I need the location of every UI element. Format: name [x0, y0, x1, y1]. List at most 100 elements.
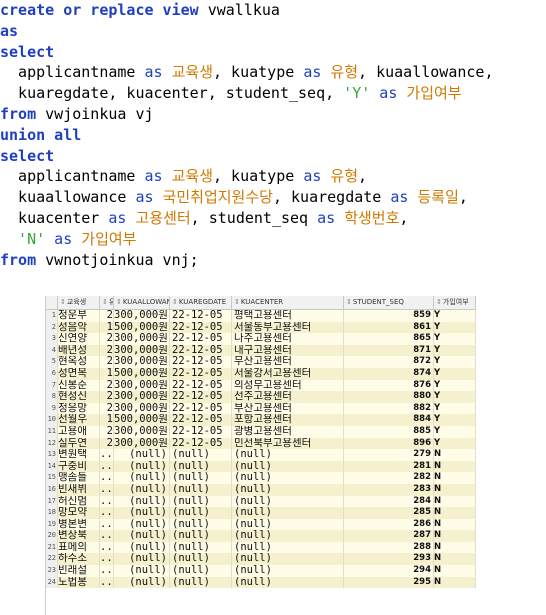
- table-cell[interactable]: N: [434, 541, 476, 554]
- table-cell[interactable]: ...: [100, 530, 114, 542]
- table-cell[interactable]: 22-12-05: [170, 425, 232, 438]
- code-line[interactable]: kuaregdate, kuacenter, student_seq, 'Y' …: [0, 83, 546, 104]
- table-cell[interactable]: N: [434, 565, 476, 577]
- table-cell[interactable]: 300,000원: [114, 333, 170, 345]
- table-cell[interactable]: 빈새뷔: [58, 483, 100, 496]
- table-cell[interactable]: ...: [100, 576, 114, 589]
- table-cell[interactable]: 300,000원: [114, 344, 170, 357]
- table-cell[interactable]: (null): [114, 483, 170, 496]
- table-cell[interactable]: Y: [434, 333, 476, 345]
- table-cell[interactable]: 871: [344, 344, 434, 357]
- table-cell[interactable]: 865: [344, 333, 434, 345]
- table-cell[interactable]: 1: [100, 367, 114, 380]
- table-cell[interactable]: (null): [170, 541, 232, 554]
- table-cell[interactable]: ...: [100, 472, 114, 484]
- table-cell[interactable]: (null): [114, 553, 170, 566]
- table-cell[interactable]: 성음악: [58, 321, 100, 334]
- table-cell[interactable]: 294: [344, 565, 434, 577]
- table-cell[interactable]: 배년성: [58, 344, 100, 357]
- table-cell[interactable]: 22-12-05: [170, 310, 232, 322]
- table-row[interactable]: 2 성음악 1 500,000원 22-12-05 서울동부고용센터 861 Y: [46, 321, 476, 334]
- table-cell[interactable]: N: [434, 495, 476, 508]
- table-cell[interactable]: (null): [232, 507, 344, 519]
- code-line[interactable]: from vwnotjoinkua vnj;: [0, 250, 546, 271]
- table-cell[interactable]: 무산고용센터: [232, 356, 344, 368]
- table-row[interactable]: 12 실두연 2 300,000원 22-12-05 민선북부고용센터 896 Y: [46, 437, 476, 450]
- table-cell[interactable]: Y: [434, 414, 476, 426]
- table-cell[interactable]: (null): [114, 495, 170, 508]
- table-cell[interactable]: (null): [232, 553, 344, 566]
- code-line[interactable]: from vwjoinkua vj: [0, 104, 546, 125]
- table-cell[interactable]: 22-12-05: [170, 344, 232, 357]
- sql-editor[interactable]: create or replace view vwallkua as select …: [0, 0, 546, 278]
- query-result-grid[interactable]: ⇕교육생⇕유형⇕KUAALLOWANCE⇕KUAREGDATE⇕KUACENTE…: [45, 296, 476, 615]
- table-cell[interactable]: 288: [344, 541, 434, 554]
- table-row[interactable]: 24노법봉...(null)(null)(null)295N: [46, 576, 476, 589]
- table-row[interactable]: 14구중비...(null)(null)(null)281N: [46, 460, 476, 473]
- table-cell[interactable]: 변원택: [58, 449, 100, 461]
- table-cell[interactable]: 2: [100, 356, 114, 368]
- table-cell[interactable]: ...: [100, 483, 114, 496]
- table-cell[interactable]: N: [434, 483, 476, 496]
- table-cell[interactable]: 500,000원: [114, 414, 170, 426]
- code-line[interactable]: kuacenter as 고용센터, student_seq as 학생번호,: [0, 208, 546, 229]
- code-line[interactable]: 'N' as 가입여부: [0, 229, 546, 250]
- column-header[interactable]: [46, 296, 58, 309]
- table-cell[interactable]: 노법봉: [58, 576, 100, 589]
- table-cell[interactable]: 신연양: [58, 333, 100, 345]
- table-cell[interactable]: (null): [114, 565, 170, 577]
- table-cell[interactable]: 2: [100, 402, 114, 415]
- table-cell[interactable]: 병본변: [58, 518, 100, 531]
- table-cell[interactable]: 882: [344, 402, 434, 415]
- table-cell[interactable]: Y: [434, 402, 476, 415]
- table-cell[interactable]: 고용애: [58, 425, 100, 438]
- table-cell[interactable]: 284: [344, 495, 434, 508]
- table-cell[interactable]: 하수소: [58, 553, 100, 566]
- table-cell[interactable]: 정운부: [58, 310, 100, 322]
- table-cell[interactable]: 300,000원: [114, 379, 170, 392]
- table-cell[interactable]: 22-12-05: [170, 391, 232, 403]
- table-cell[interactable]: 서울동부고용센터: [232, 321, 344, 334]
- table-cell[interactable]: 885: [344, 425, 434, 438]
- table-row[interactable]: 21표메의...(null)(null)(null)288N: [46, 541, 476, 554]
- table-cell[interactable]: ...: [100, 518, 114, 531]
- table-cell[interactable]: N: [434, 518, 476, 531]
- table-cell[interactable]: (null): [170, 483, 232, 496]
- table-cell[interactable]: 맹솜들: [58, 472, 100, 484]
- table-cell[interactable]: ...: [100, 460, 114, 473]
- table-row[interactable]: 1 정운부 2 300,000원 22-12-05 평택고용센터 859 Y: [46, 310, 476, 322]
- table-cell[interactable]: (null): [232, 449, 344, 461]
- table-cell[interactable]: ...: [100, 507, 114, 519]
- table-cell[interactable]: 874: [344, 367, 434, 380]
- table-cell[interactable]: 884: [344, 414, 434, 426]
- table-cell[interactable]: 나주고용센터: [232, 333, 344, 345]
- column-header[interactable]: ⇕KUACENTER: [232, 296, 344, 309]
- table-row[interactable]: 9 정응망 2 300,000원 22-12-05 부산고용센터 882 Y: [46, 402, 476, 415]
- table-cell[interactable]: ...: [100, 565, 114, 577]
- table-cell[interactable]: 내구고용센터: [232, 344, 344, 357]
- code-line[interactable]: union all: [0, 125, 546, 146]
- table-cell[interactable]: (null): [232, 483, 344, 496]
- table-cell[interactable]: 1: [100, 321, 114, 334]
- table-cell[interactable]: (null): [114, 449, 170, 461]
- table-cell[interactable]: 포항고용센터: [232, 414, 344, 426]
- table-cell[interactable]: Y: [434, 437, 476, 450]
- table-cell[interactable]: 허신멈: [58, 495, 100, 508]
- table-cell[interactable]: N: [434, 472, 476, 484]
- table-cell[interactable]: 부산고용센터: [232, 402, 344, 415]
- code-line[interactable]: select: [0, 42, 546, 63]
- table-cell[interactable]: 2: [100, 379, 114, 392]
- table-cell[interactable]: Y: [434, 356, 476, 368]
- table-cell[interactable]: 2: [100, 437, 114, 450]
- table-cell[interactable]: 500,000원: [114, 367, 170, 380]
- table-cell[interactable]: (null): [170, 553, 232, 566]
- table-cell[interactable]: 500,000원: [114, 321, 170, 334]
- table-cell[interactable]: (null): [170, 518, 232, 531]
- table-cell[interactable]: 서울강서고용센터: [232, 367, 344, 380]
- table-cell[interactable]: (null): [170, 495, 232, 508]
- table-cell[interactable]: 빈래설: [58, 565, 100, 577]
- code-line[interactable]: kuaallowance as 국민취업지원수당, kuaregdate as …: [0, 187, 546, 208]
- table-cell[interactable]: 2: [100, 310, 114, 322]
- table-cell[interactable]: 300,000원: [114, 402, 170, 415]
- table-row[interactable]: 8 현성신 2 300,000원 22-12-05 선주고용센터 880 Y: [46, 391, 476, 403]
